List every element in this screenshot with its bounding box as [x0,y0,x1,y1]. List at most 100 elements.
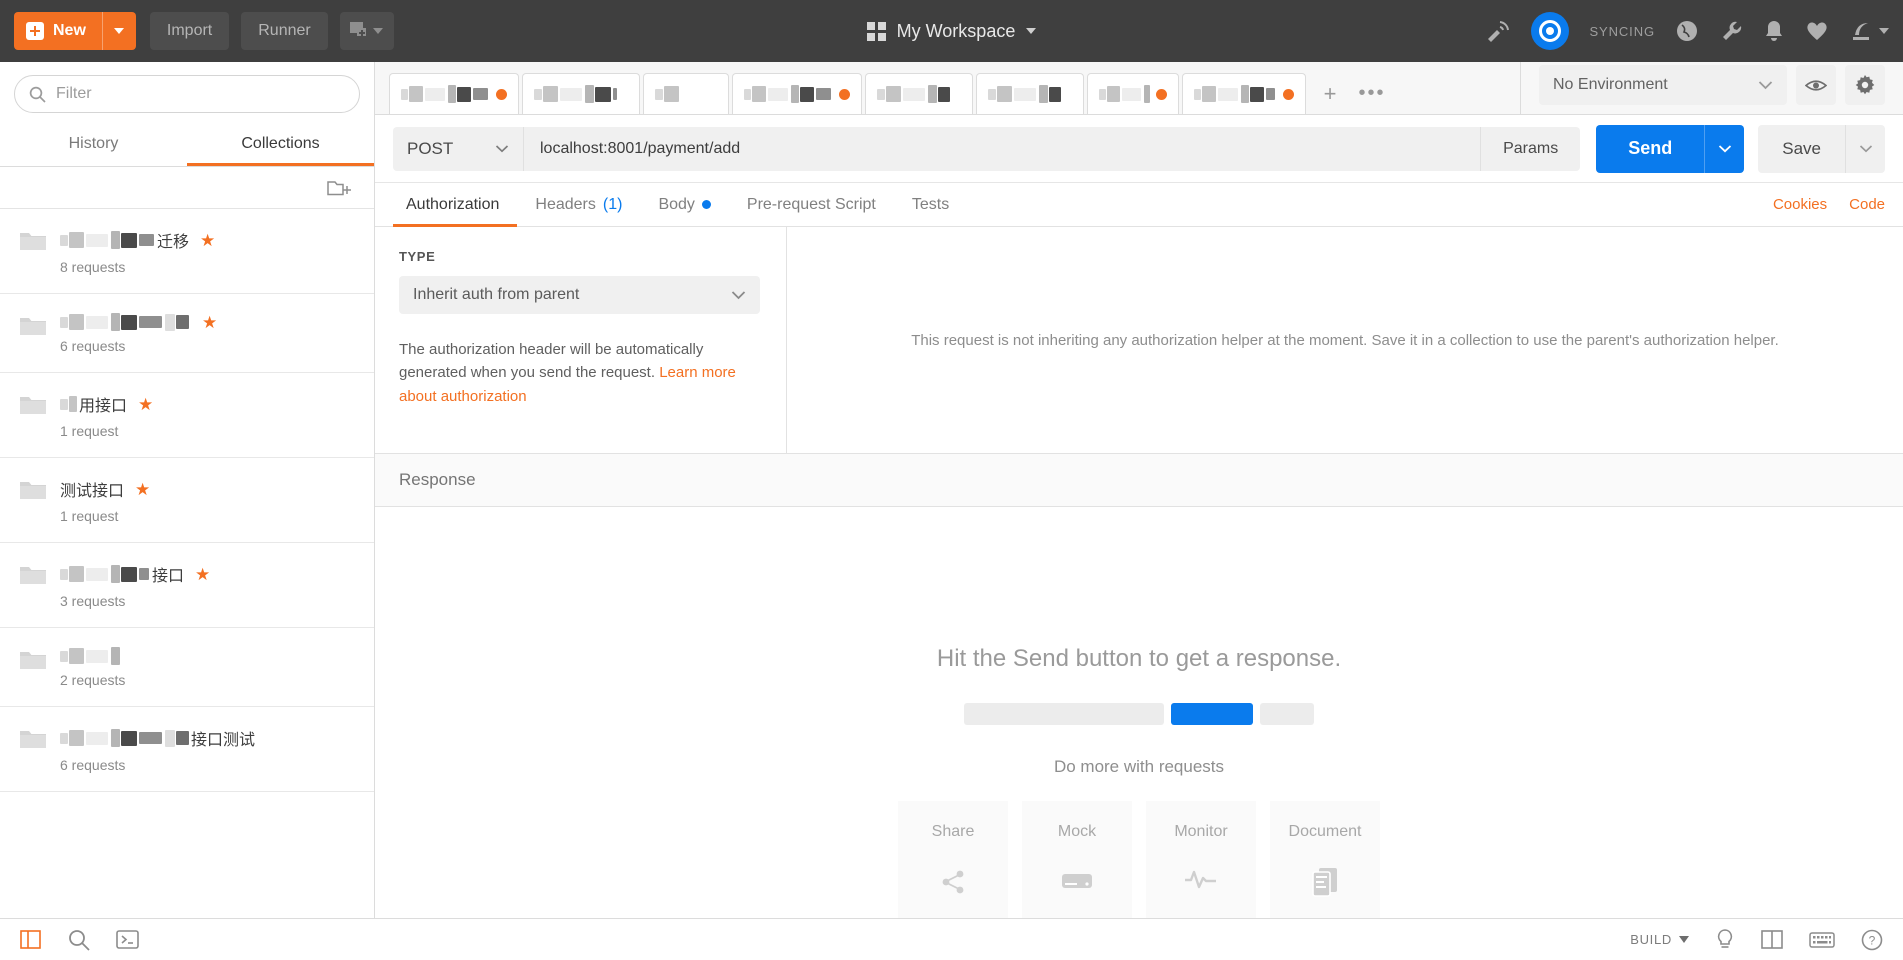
new-button[interactable]: New [14,12,136,50]
code-link[interactable]: Code [1849,196,1885,213]
request-tab-headers[interactable]: Headers (1) [517,183,640,227]
top-toolbar: New Import Runner My Workspace SYNCING [0,0,1903,62]
eye-icon [1805,79,1827,91]
tab-options-button[interactable]: ••• [1351,73,1393,114]
send-button[interactable]: Send [1596,124,1705,173]
action-card-label: Document [1288,823,1362,840]
star-icon[interactable]: ★ [138,396,153,413]
runner-button[interactable]: Runner [241,12,328,50]
request-tab[interactable] [976,73,1084,114]
save-options-button[interactable] [1845,124,1885,173]
tab-collections[interactable]: Collections [187,123,374,166]
document-icon [1312,868,1337,897]
collection-name: 迁移 [60,228,189,252]
request-tab[interactable] [732,73,862,114]
redacted-text [655,88,663,100]
folder-icon [20,650,46,676]
search-input[interactable]: Filter [14,75,360,113]
wrench-icon[interactable] [1719,19,1743,43]
auth-type-select[interactable]: Inherit auth from parent [399,276,760,314]
build-mode-selector[interactable]: BUILD [1630,932,1689,947]
collection-item[interactable]: 迁移 ★ 8 requests [0,209,374,294]
header-count-badge: (1) [602,195,623,213]
console-icon[interactable] [116,929,140,950]
action-card-monitor[interactable]: Monitor [1146,801,1256,918]
redacted-text [997,86,1012,102]
bulb-icon[interactable] [1715,928,1735,952]
two-pane-icon[interactable] [1761,929,1783,950]
action-card-document[interactable]: Document [1270,801,1380,918]
request-tab[interactable] [1182,73,1306,114]
bell-icon[interactable] [1763,19,1785,43]
redacted-text [1106,86,1120,102]
redacted-text [903,87,925,101]
request-tab-pre-request-script[interactable]: Pre-request Script [729,183,894,227]
help-icon[interactable]: ? [1861,929,1883,951]
http-method-select[interactable]: POST [393,126,523,171]
params-button[interactable]: Params [1480,126,1581,171]
request-tab-tests[interactable]: Tests [894,183,967,227]
collection-item[interactable]: 接口 ★ 3 requests [0,543,374,628]
chevron-down-icon [731,291,746,300]
request-section-tabs: Authorization Headers (1) Body Pre-request S… [375,183,1903,227]
environment-quick-look-button[interactable] [1796,65,1836,105]
search-input-placeholder: Filter [56,85,92,102]
new-window-button[interactable] [339,12,394,50]
status-bar-right: BUILD ? [1630,928,1883,952]
redacted-text [69,566,84,582]
collection-item[interactable]: 2 requests [0,628,374,707]
collection-item[interactable]: 接口测试 6 requests [0,707,374,792]
auth-type-label: TYPE [399,249,436,264]
redacted-text [790,85,799,103]
star-icon[interactable]: ★ [195,566,210,583]
new-button-dropdown[interactable] [101,12,136,50]
cookies-link[interactable]: Cookies [1773,196,1827,213]
new-folder-icon[interactable] [327,178,352,198]
action-card-label: Share [931,823,975,840]
environment-settings-button[interactable] [1845,65,1885,105]
request-tab-authorization[interactable]: Authorization [393,183,517,227]
url-input[interactable]: localhost:8001/payment/add [523,126,1481,171]
heart-icon[interactable] [1805,20,1829,42]
collection-request-count: 6 requests [60,338,126,354]
search-icon[interactable] [68,929,90,951]
star-icon[interactable]: ★ [200,232,215,249]
send-options-button[interactable] [1704,124,1745,173]
collection-text: 接口 ★ 3 requests [60,562,210,609]
collection-item[interactable]: 用接口 ★ 1 request [0,373,374,458]
redacted-text [1121,87,1141,101]
request-tab[interactable] [1087,73,1179,114]
request-tab[interactable] [522,73,640,114]
collection-name: 接口测试 [60,726,255,750]
keyboard-icon[interactable] [1809,931,1835,949]
collection-item[interactable]: 测试接口 ★ 1 request [0,458,374,543]
redacted-text [86,567,108,581]
request-tab[interactable] [865,73,973,114]
globe-icon[interactable] [1675,19,1699,43]
folder-icon [20,318,46,335]
request-tab-body[interactable]: Body [640,183,728,227]
antenna-icon[interactable] [1485,19,1511,43]
chevron-down-icon [1859,145,1872,153]
new-button-main[interactable]: New [14,12,102,50]
add-tab-button[interactable]: + [1309,73,1351,114]
account-menu[interactable] [1849,19,1889,43]
sidebar-toggle-icon[interactable] [20,929,42,950]
collection-item[interactable]: ★ 6 requests [0,294,374,373]
import-button[interactable]: Import [149,12,230,50]
workspace-selector[interactable]: My Workspace [866,21,1037,42]
tab-history[interactable]: History [0,123,187,166]
sync-status-icon[interactable] [1531,12,1570,50]
body-modified-dot-icon [701,200,711,209]
collection-name-visible: 用接口 [79,398,128,415]
star-icon[interactable]: ★ [135,481,150,498]
action-card-share[interactable]: Share [898,801,1008,918]
action-card-mock[interactable]: Mock [1022,801,1132,918]
save-button[interactable]: Save [1758,124,1845,173]
request-tab[interactable] [643,73,729,114]
star-icon[interactable]: ★ [202,314,217,331]
request-tabs-container [389,73,1309,114]
environment-select[interactable]: No Environment [1539,65,1787,105]
request-tab[interactable] [389,73,519,114]
url-input-value: localhost:8001/payment/add [540,139,741,157]
